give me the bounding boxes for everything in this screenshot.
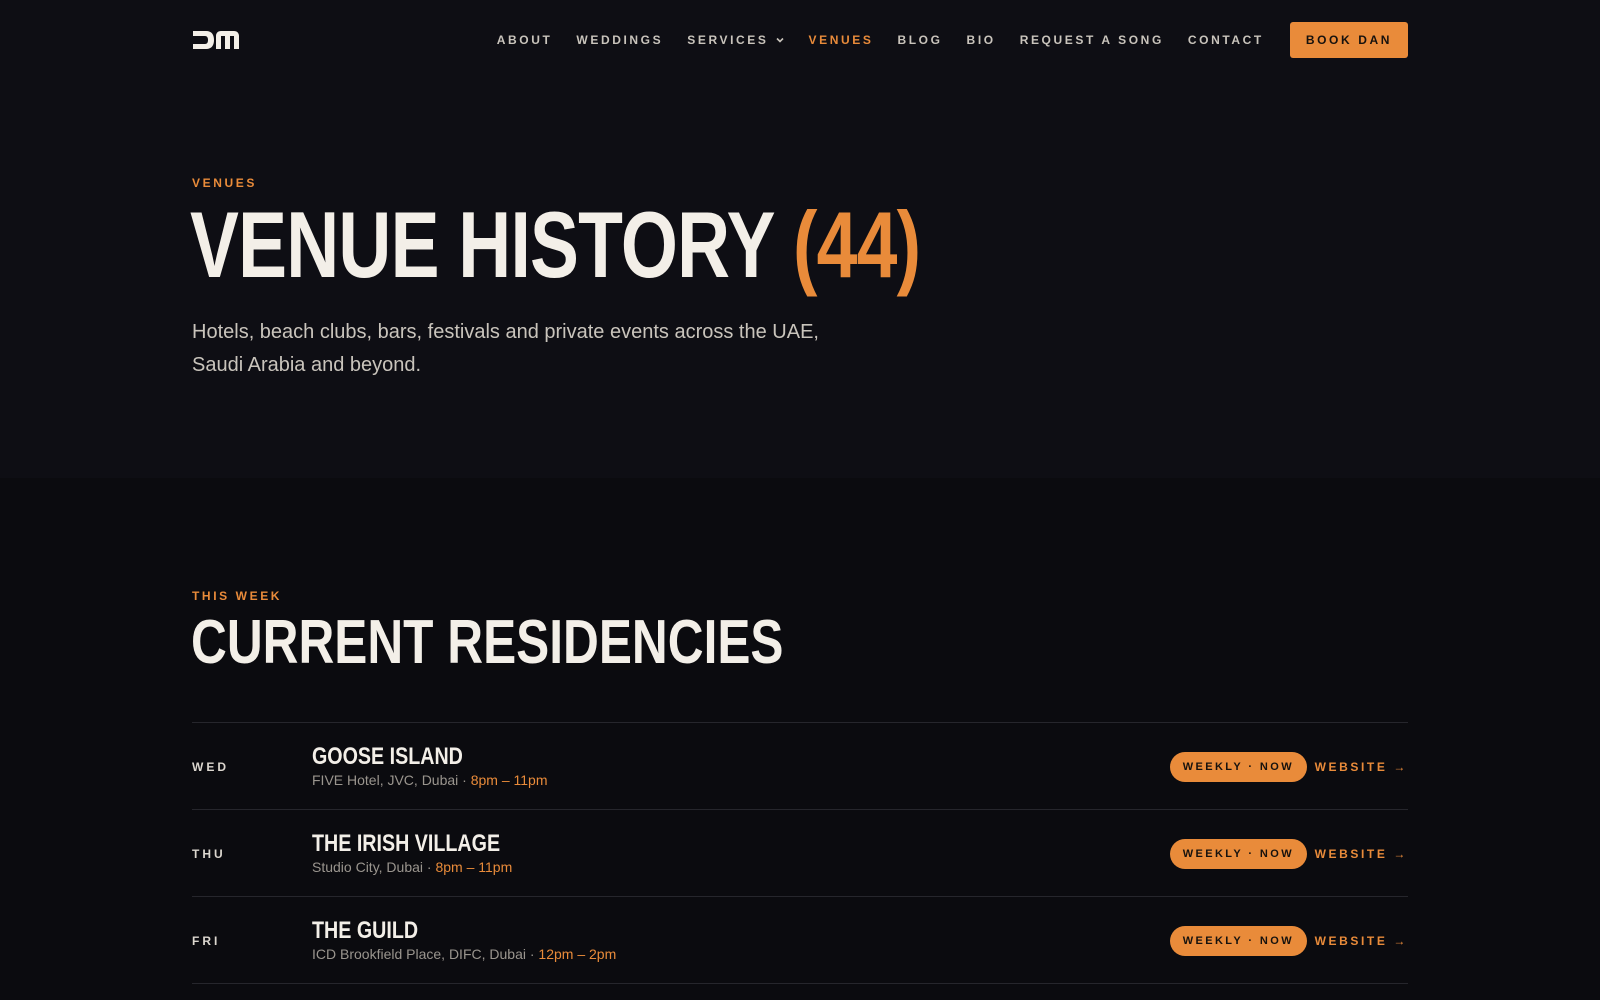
book-dan-button[interactable]: BOOK DAN <box>1289 22 1408 58</box>
residency-row: THU THE IRISH VILLAGE Studio City, Dubai… <box>192 810 1408 897</box>
residency-website-link[interactable]: WEBSITE → <box>1315 847 1408 861</box>
nav-about[interactable]: ABOUT <box>497 33 553 47</box>
site-header: ABOUT WEDDINGS SERVICES VENUES BLOG BIO … <box>0 0 1600 80</box>
residency-time: 8pm – 11pm <box>435 859 513 875</box>
nav-venues-label: VENUES <box>808 33 874 47</box>
residency-badge: WEEKLY · NOW <box>1169 752 1307 782</box>
chevron-down-icon <box>775 37 784 43</box>
residency-meta: ICD Brookfield Place, DIFC, Dubai · 12pm… <box>312 946 616 962</box>
residency-meta: Studio City, Dubai · 8pm – 11pm <box>312 859 512 875</box>
hero-subtitle: Hotels, beach clubs, bars, festivals and… <box>192 321 819 376</box>
nav-bio[interactable]: BIO <box>967 33 996 47</box>
residency-row: FRI THE GUILD ICD Brookfield Place, DIFC… <box>192 897 1408 984</box>
venue-count: (44) <box>792 192 921 297</box>
main-nav: ABOUT WEDDINGS SERVICES VENUES BLOG BIO … <box>473 22 1408 58</box>
residency-location: ICD Brookfield Place, DIFC, Dubai · <box>312 946 539 962</box>
residency-day: WED <box>192 760 229 774</box>
nav-bio-label: BIO <box>966 33 996 47</box>
residencies-eyebrow: THIS WEEK <box>192 589 283 603</box>
residency-day: FRI <box>192 934 221 948</box>
nav-contact-label: CONTACT <box>1187 33 1264 47</box>
page-title: VENUE HISTORY (44) <box>190 198 921 292</box>
residency-name: THE GUILD <box>312 917 419 944</box>
nav-venues[interactable]: VENUES <box>809 33 874 47</box>
nav-weddings[interactable]: WEDDINGS <box>576 33 663 47</box>
residency-location: Studio City, Dubai · <box>312 859 436 875</box>
nav-request-label: REQUEST A SONG <box>1019 33 1164 47</box>
residencies-list: WED GOOSE ISLAND FIVE Hotel, JVC, Dubai … <box>192 722 1408 984</box>
nav-services[interactable]: SERVICES <box>687 33 784 47</box>
nav-request-a-song[interactable]: REQUEST A SONG <box>1020 33 1164 47</box>
residency-website-link[interactable]: WEBSITE → <box>1315 934 1408 948</box>
hero-eyebrow: VENUES <box>192 176 257 190</box>
dm-logo[interactable] <box>192 28 240 52</box>
residency-name: THE IRISH VILLAGE <box>312 830 501 857</box>
residencies-title: CURRENT RESIDENCIES <box>191 608 784 677</box>
page-title-text: VENUE HISTORY <box>190 192 774 297</box>
residency-meta: FIVE Hotel, JVC, Dubai · 8pm – 11pm <box>312 772 548 788</box>
nav-about-label: ABOUT <box>496 33 553 47</box>
residency-website-link[interactable]: WEBSITE → <box>1315 760 1408 774</box>
nav-blog-label: BLOG <box>897 33 943 47</box>
residency-name: GOOSE ISLAND <box>312 743 463 770</box>
residencies-section: THIS WEEK CURRENT RESIDENCIES WED GOOSE … <box>0 478 1600 1000</box>
nav-blog[interactable]: BLOG <box>897 33 942 47</box>
hero-section: VENUES VENUE HISTORY (44) Hotels, beach … <box>0 80 1600 478</box>
residency-row: WED GOOSE ISLAND FIVE Hotel, JVC, Dubai … <box>192 723 1408 810</box>
nav-services-label: SERVICES <box>687 33 769 47</box>
residency-badge: WEEKLY · NOW <box>1169 839 1307 869</box>
residency-day: THU <box>192 847 226 861</box>
residency-location: FIVE Hotel, JVC, Dubai · <box>312 772 471 788</box>
residency-time: 12pm – 2pm <box>538 946 617 962</box>
nav-contact[interactable]: CONTACT <box>1188 33 1264 47</box>
residency-time: 8pm – 11pm <box>470 772 548 788</box>
residency-badge: WEEKLY · NOW <box>1169 926 1307 956</box>
nav-weddings-label: WEDDINGS <box>576 33 664 47</box>
